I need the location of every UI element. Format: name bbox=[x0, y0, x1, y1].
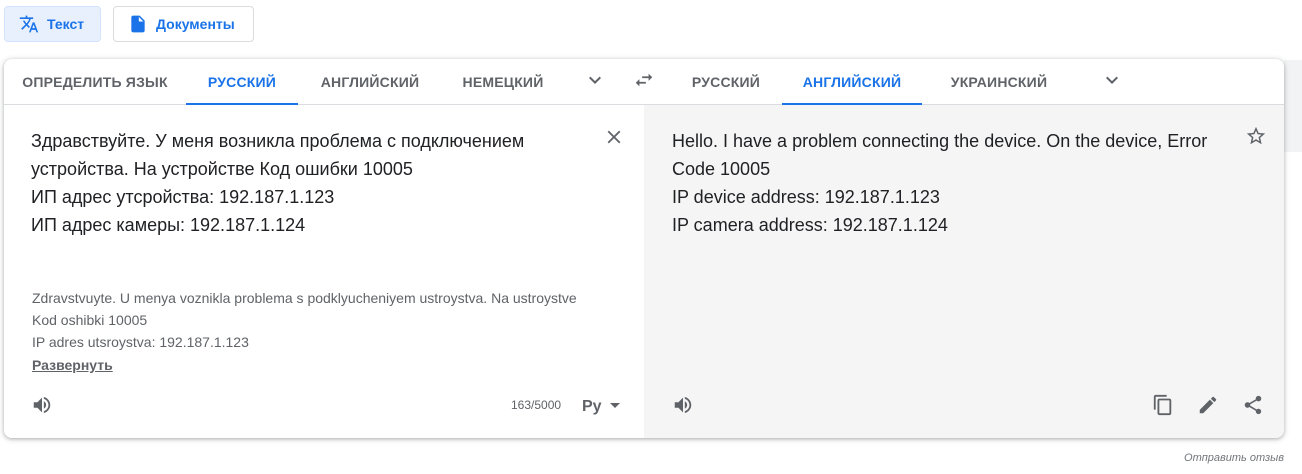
clear-source-button[interactable] bbox=[602, 127, 626, 151]
chevron-down-icon bbox=[609, 398, 620, 416]
keyboard-icon: Py bbox=[582, 398, 602, 415]
chevron-down-icon bbox=[583, 68, 607, 97]
source-tab-german[interactable]: НЕМЕЦКИЙ bbox=[440, 59, 566, 105]
share-icon bbox=[1242, 394, 1264, 421]
source-tab-russian[interactable]: РУССКИЙ bbox=[186, 59, 298, 106]
text-mode-button[interactable]: Текст bbox=[4, 6, 101, 42]
source-line: Здравствуйте. У меня возникла проблема с… bbox=[31, 131, 525, 151]
edit-translation-button[interactable] bbox=[1196, 395, 1220, 419]
source-tab-english[interactable]: АНГЛИЙСКИЙ bbox=[300, 59, 440, 105]
source-line: устройства. На устройстве Код ошибки 100… bbox=[31, 159, 413, 179]
documents-mode-button[interactable]: Документы bbox=[113, 6, 254, 42]
documents-mode-label: Документы bbox=[156, 16, 235, 32]
save-translation-button[interactable] bbox=[1244, 126, 1268, 150]
source-line: ИП адрес камеры: 192.187.1.124 bbox=[31, 215, 306, 235]
source-textarea[interactable]: Здравствуйте. У меня возникла проблема с… bbox=[31, 127, 591, 239]
star-icon bbox=[1245, 125, 1267, 152]
speaker-icon bbox=[672, 394, 694, 421]
translation-line: IP camera address: 192.187.1.124 bbox=[672, 215, 948, 235]
source-more-languages-button[interactable] bbox=[583, 70, 607, 94]
copy-icon bbox=[1152, 394, 1174, 421]
source-tab-detect[interactable]: ОПРЕДЕЛИТЬ ЯЗЫК bbox=[4, 59, 186, 105]
target-tab-russian[interactable]: РУССКИЙ bbox=[670, 59, 782, 105]
document-icon bbox=[128, 14, 148, 34]
transliteration-line: IP adres utsroystva: 192.187.1.123 bbox=[32, 334, 249, 350]
close-icon bbox=[603, 126, 625, 153]
character-counter: 163/5000 bbox=[511, 398, 562, 412]
translator-card: ОПРЕДЕЛИТЬ ЯЗЫК РУССКИЙ АНГЛИЙСКИЙ НЕМЕЦ… bbox=[4, 59, 1284, 438]
transliteration-line: Zdravstvuyte. U menya voznikla problema … bbox=[32, 290, 577, 306]
language-bar: ОПРЕДЕЛИТЬ ЯЗЫК РУССКИЙ АНГЛИЙСКИЙ НЕМЕЦ… bbox=[4, 59, 1284, 106]
send-feedback-link[interactable]: Отправить отзыв bbox=[1184, 452, 1284, 464]
text-mode-label: Текст bbox=[47, 16, 85, 32]
target-more-languages-button[interactable] bbox=[1100, 70, 1124, 94]
mode-bar: Текст Документы bbox=[0, 0, 1302, 60]
source-panel: Здравствуйте. У меня возникла проблема с… bbox=[4, 105, 644, 438]
listen-translation-button[interactable] bbox=[671, 395, 695, 419]
target-panel: Hello. I have a problem connecting the d… bbox=[644, 105, 1284, 438]
chevron-down-icon bbox=[1100, 68, 1124, 97]
keyboard-layout-button[interactable]: Py bbox=[582, 395, 626, 419]
target-tab-ukrainian[interactable]: УКРАИНСКИЙ bbox=[924, 59, 1074, 105]
translation-line: IP device address: 192.187.1.123 bbox=[672, 187, 940, 207]
transliteration-line: Kod oshibki 10005 bbox=[32, 312, 148, 328]
listen-source-button[interactable] bbox=[30, 395, 54, 419]
speaker-icon bbox=[31, 394, 53, 421]
translation-line: Hello. I have a problem connecting the d… bbox=[672, 131, 1208, 151]
source-line: ИП адрес утсройства: 192.187.1.123 bbox=[31, 187, 335, 207]
transliteration-text: Zdravstvuyte. U menya voznikla problema … bbox=[32, 287, 622, 353]
translation-line: Code 10005 bbox=[672, 159, 771, 179]
translation-text: Hello. I have a problem connecting the d… bbox=[672, 127, 1232, 239]
expand-transliteration-link[interactable]: Развернуть bbox=[32, 357, 113, 373]
swap-icon bbox=[633, 69, 655, 96]
pencil-icon bbox=[1197, 394, 1219, 421]
background-band bbox=[1284, 60, 1302, 152]
translate-icon bbox=[19, 14, 39, 34]
target-tab-english[interactable]: АНГЛИЙСКИЙ bbox=[782, 59, 922, 106]
share-translation-button[interactable] bbox=[1241, 395, 1265, 419]
swap-languages-button[interactable] bbox=[632, 70, 656, 94]
copy-translation-button[interactable] bbox=[1151, 394, 1175, 421]
